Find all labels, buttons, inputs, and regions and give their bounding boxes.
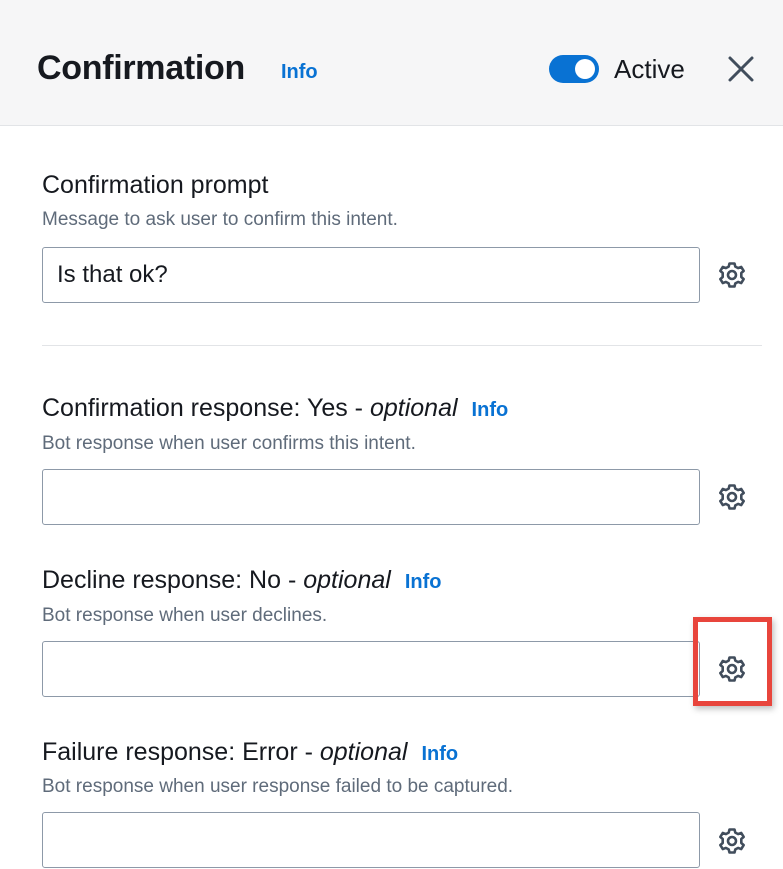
decline-response-input[interactable] bbox=[42, 641, 700, 697]
optional-tag: optional bbox=[319, 738, 408, 766]
failure-response-label: Failure response: Error - optional Info bbox=[42, 737, 458, 769]
decline-response-info-link[interactable]: Info bbox=[405, 571, 442, 593]
close-icon[interactable] bbox=[724, 52, 758, 86]
confirmation-response-description: Bot response when user confirms this int… bbox=[42, 433, 416, 454]
confirmation-response-info-link[interactable]: Info bbox=[472, 399, 509, 421]
optional-tag: optional bbox=[303, 566, 391, 594]
active-toggle-label: Active bbox=[614, 54, 685, 84]
confirmation-panel: Confirmation Info Active Confirmation pr… bbox=[0, 0, 783, 869]
confirmation-response-label: Confirmation response: Yes - optional Inf… bbox=[42, 393, 508, 425]
failure-response-description: Bot response when user response failed t… bbox=[42, 776, 514, 797]
confirmation-prompt-description: Message to ask user to confirm this inte… bbox=[42, 209, 398, 230]
confirmation-prompt-gear-icon[interactable] bbox=[716, 259, 748, 291]
optional-tag: optional bbox=[369, 394, 458, 422]
active-toggle[interactable] bbox=[549, 55, 599, 83]
gear-highlight-box bbox=[693, 617, 772, 706]
confirmation-response-label-text: Confirmation response: Yes - bbox=[42, 394, 370, 422]
failure-response-info-link[interactable]: Info bbox=[421, 743, 458, 765]
failure-response-input[interactable] bbox=[42, 812, 700, 868]
failure-response-label-text: Failure response: Error - bbox=[42, 738, 320, 766]
section-divider bbox=[42, 345, 762, 346]
decline-response-label-text: Decline response: No - bbox=[42, 566, 304, 594]
confirmation-response-gear-icon[interactable] bbox=[716, 481, 748, 513]
panel-title: Confirmation bbox=[37, 49, 245, 87]
panel-header: Confirmation Info Active bbox=[0, 0, 783, 126]
failure-response-gear-icon[interactable] bbox=[716, 825, 748, 857]
decline-response-description: Bot response when user declines. bbox=[42, 605, 328, 626]
confirmation-prompt-input[interactable]: Is that ok? bbox=[42, 247, 700, 303]
decline-response-label: Decline response: No - optional Info bbox=[42, 565, 441, 597]
header-info-link[interactable]: Info bbox=[281, 61, 318, 84]
toggle-knob bbox=[575, 59, 595, 79]
confirmation-response-input[interactable] bbox=[42, 469, 700, 525]
confirmation-prompt-label: Confirmation prompt bbox=[42, 171, 269, 199]
